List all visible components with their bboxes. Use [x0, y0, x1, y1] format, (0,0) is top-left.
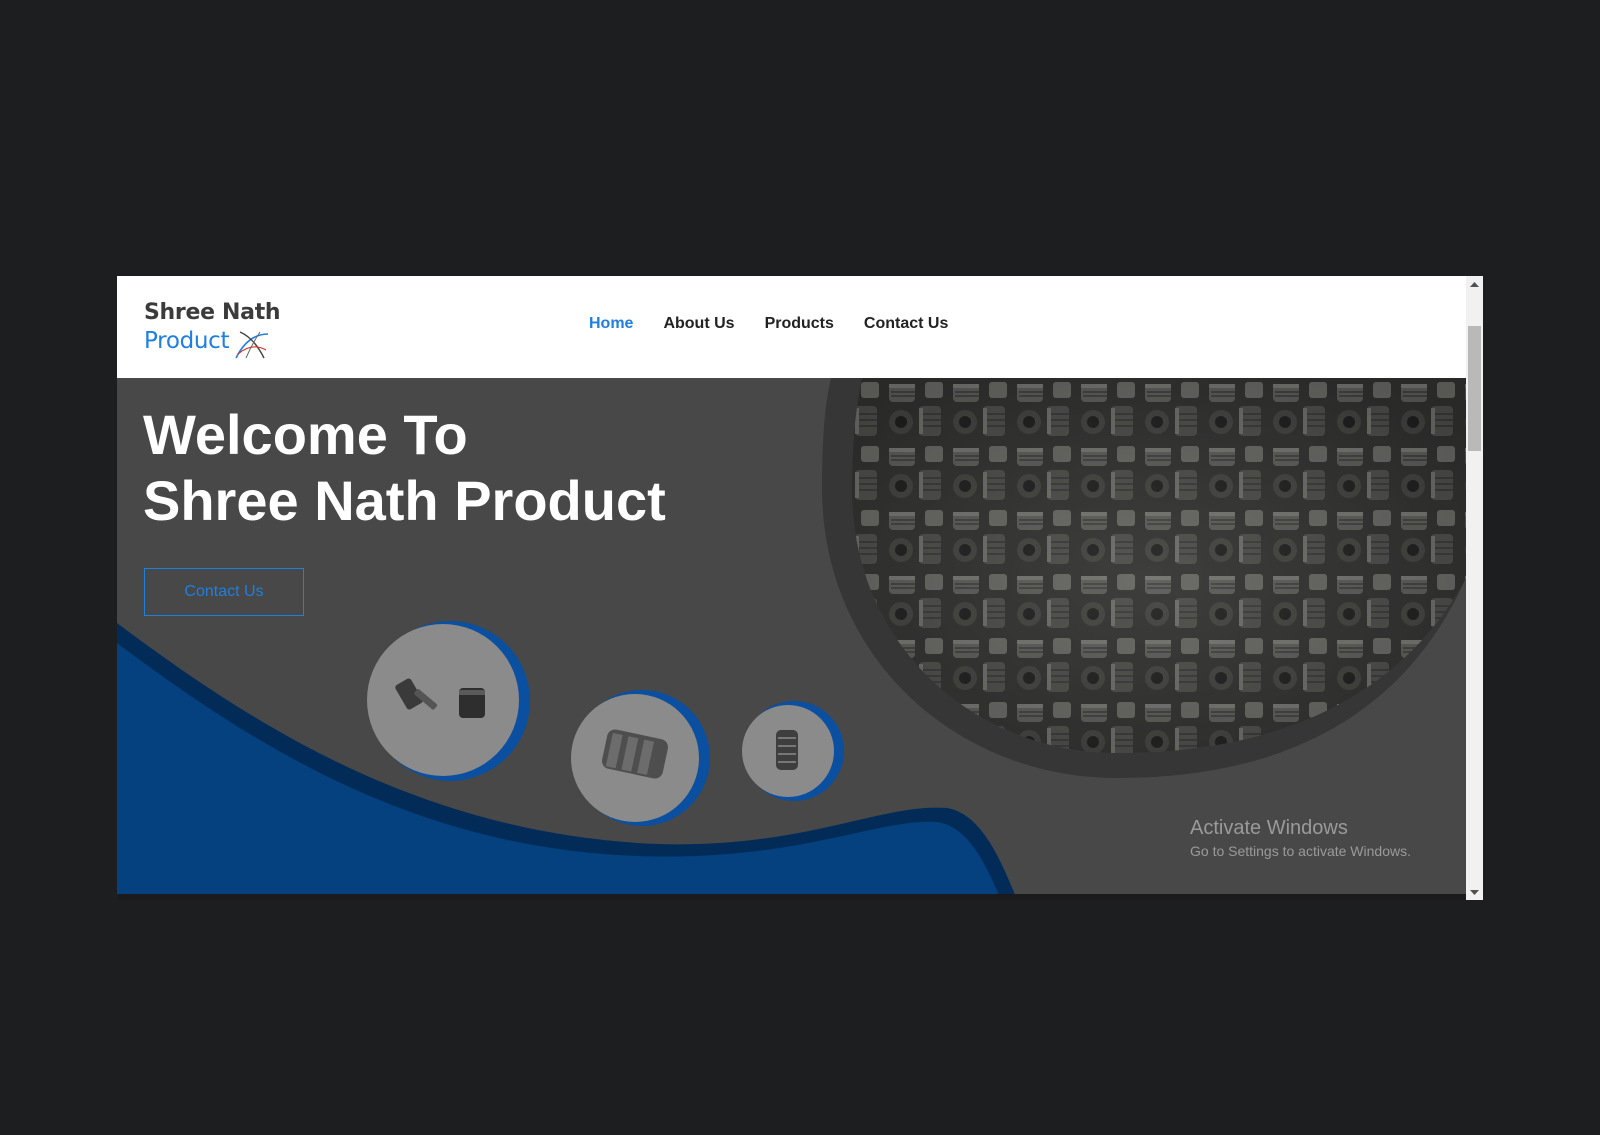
product-circle-3 [742, 701, 844, 801]
scroll-down-arrow-icon [1470, 889, 1479, 895]
hero-banner: Welcome To Shree Nath Product Contact Us… [117, 378, 1466, 900]
watermark-title: Activate Windows [1190, 817, 1348, 839]
blue-wave [117, 643, 1001, 900]
scroll-up-arrow-icon [1470, 281, 1479, 287]
fittings-photo [852, 378, 1466, 753]
logo-swoosh-icon [235, 331, 269, 359]
product-circle-1 [367, 621, 530, 781]
logo[interactable]: Shree Nath Product [144, 300, 284, 360]
scroll-thumb[interactable] [1468, 326, 1481, 451]
watermark-subtitle: Go to Settings to activate Windows. [1190, 843, 1411, 859]
browser-viewport: Shree Nath Product Home About Us Product… [117, 276, 1483, 900]
scroll-up-button[interactable] [1466, 276, 1483, 293]
hero-title: Welcome To Shree Nath Product [143, 402, 666, 534]
hero-title-line-1: Welcome To [143, 403, 468, 466]
nav-products[interactable]: Products [765, 315, 834, 333]
nav-home[interactable]: Home [589, 315, 633, 333]
vertical-scrollbar[interactable] [1466, 276, 1483, 900]
logo-line-2: Product [144, 328, 230, 354]
contact-us-button[interactable]: Contact Us [144, 568, 304, 616]
nav-contact-us[interactable]: Contact Us [864, 315, 948, 333]
site-header: Shree Nath Product Home About Us Product… [117, 276, 1466, 378]
scroll-down-button[interactable] [1466, 883, 1483, 900]
website: Shree Nath Product Home About Us Product… [117, 276, 1466, 900]
activate-windows-watermark: Activate Windows Go to Settings to activ… [1190, 816, 1411, 862]
hero-title-line-2: Shree Nath Product [143, 469, 666, 532]
nav-about-us[interactable]: About Us [663, 315, 734, 333]
main-nav: Home About Us Products Contact Us [589, 315, 948, 333]
product-circle-2 [571, 690, 710, 826]
logo-line-1: Shree Nath [144, 300, 281, 325]
